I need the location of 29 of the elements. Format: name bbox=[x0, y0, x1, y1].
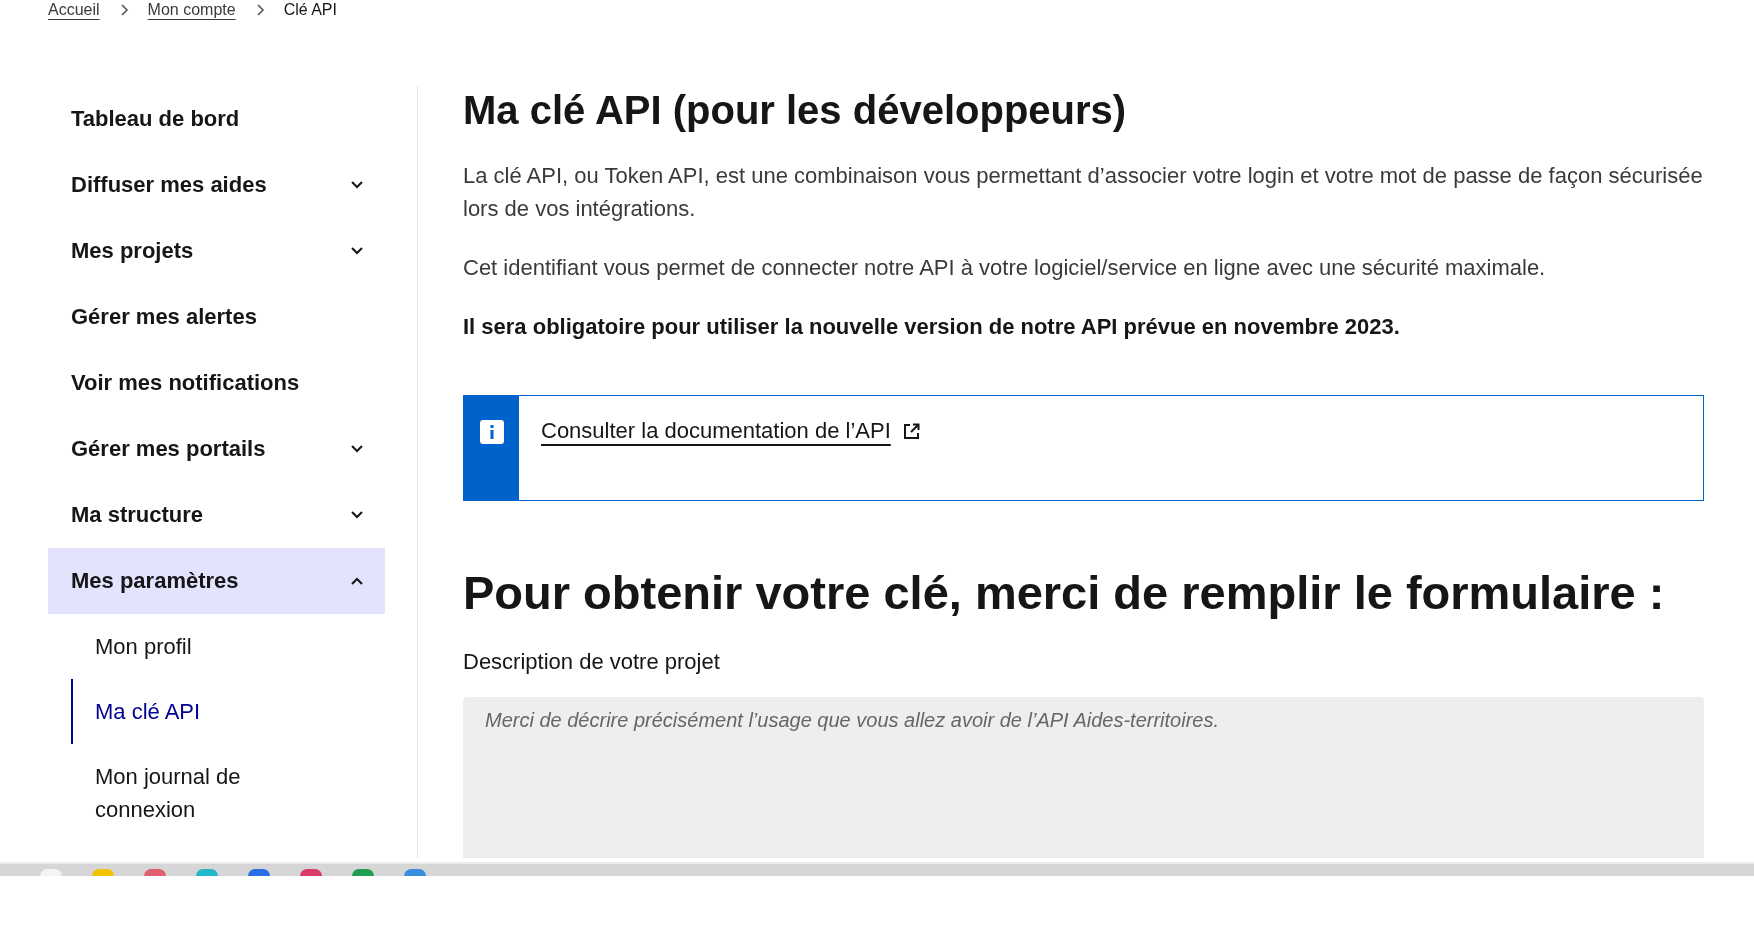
breadcrumb-link[interactable]: Mon compte bbox=[147, 1, 236, 19]
chevron-up-icon bbox=[351, 577, 363, 585]
sidebar-item[interactable]: Mes projets bbox=[48, 218, 385, 284]
description-field[interactable]: Merci de décrire précisément l’usage que vous allez avoir de l’API Aides-territoires. bbox=[463, 697, 1704, 858]
sidebar-item[interactable]: Ma structure bbox=[48, 482, 385, 548]
chevron-down-icon bbox=[351, 445, 363, 453]
sidebar-subitem[interactable]: Ma clé API bbox=[71, 679, 385, 744]
chevron-down-icon bbox=[351, 247, 363, 255]
sidebar-item[interactable]: Gérer mes portails bbox=[48, 416, 385, 482]
sidebar-item[interactable]: Voir mes notifications bbox=[48, 350, 385, 416]
field-label: Description de votre projet bbox=[463, 649, 721, 675]
sidebar-item[interactable]: Tableau de bord bbox=[48, 86, 385, 152]
chevron-down-icon bbox=[351, 511, 363, 519]
sidebar-item[interactable]: Gérer mes alertes bbox=[48, 284, 385, 350]
documentation-link[interactable]: Consulter la documentation de l’API bbox=[541, 418, 920, 444]
info-icon bbox=[479, 420, 504, 444]
chevron-down-icon bbox=[351, 181, 363, 189]
sidebar-subitem[interactable]: Mon journal de connexion bbox=[71, 744, 385, 842]
form-title: Pour obtenir votre clé, merci de remplir le formulaire : bbox=[463, 565, 1666, 621]
paragraph: Cet identifiant vous permet de connecter notre API à votre logiciel/service en ligne avec une sécurité maximale. bbox=[463, 254, 1547, 282]
paragraph: La clé API, ou Token API, est une combinaison vous permettant d’associer votre login et votre mot de passe de façon sécurisée lors de vos intégrations. bbox=[463, 162, 1704, 223]
sidebar-item[interactable]: Mes paramètres bbox=[48, 548, 385, 614]
breadcrumb-link[interactable]: Accueil bbox=[48, 1, 100, 19]
paragraph: Il sera obligatoire pour utiliser la nouvelle version de notre API prévue en novembre 2023. bbox=[463, 313, 1401, 341]
breadcrumb-current[interactable]: Clé API bbox=[283, 1, 337, 19]
sidebar-item[interactable]: Diffuser mes aides bbox=[48, 152, 385, 218]
page-title: Ma clé API (pour les développeurs) bbox=[463, 87, 1128, 134]
sidebar-subitem[interactable]: Mon profil bbox=[71, 614, 385, 679]
external-link-icon bbox=[902, 422, 920, 440]
